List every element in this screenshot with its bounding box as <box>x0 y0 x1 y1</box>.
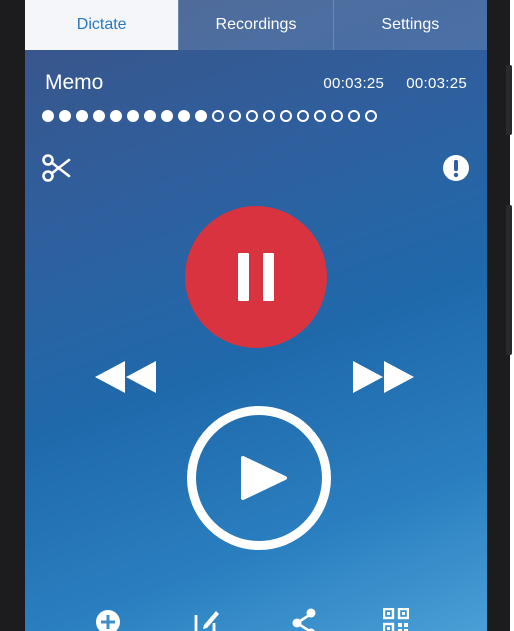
tab-bar: Dictate Recordings Settings <box>25 0 487 50</box>
progress-dot <box>59 110 71 122</box>
progress-dot <box>144 110 156 122</box>
fast-forward-icon[interactable] <box>353 361 415 393</box>
progress-dot <box>110 110 122 122</box>
pause-icon-left-bar <box>238 253 249 301</box>
time-position: 00:03:25 <box>323 74 385 92</box>
recording-title: Memo <box>45 71 104 94</box>
progress-dot <box>331 110 343 122</box>
tab-dictate[interactable]: Dictate <box>25 0 179 50</box>
time-readout: 00:03:25 00:03:25 <box>323 75 467 92</box>
progress-dot <box>42 110 54 122</box>
qr-code-icon[interactable] <box>382 607 410 631</box>
recording-header: Memo 00:03:25 00:03:25 <box>45 68 467 98</box>
share-icon[interactable] <box>291 607 317 631</box>
side-button-lower <box>506 205 512 355</box>
progress-dot <box>127 110 139 122</box>
pause-icon-right-bar <box>263 253 274 301</box>
time-length: 00:03:25 <box>406 74 467 92</box>
progress-dot <box>246 110 258 122</box>
tab-settings[interactable]: Settings <box>332 0 487 50</box>
progress-dot <box>297 110 309 122</box>
progress-dot <box>263 110 275 122</box>
play-button[interactable] <box>187 406 331 550</box>
progress-dot <box>365 110 377 122</box>
bottom-toolbar <box>25 604 487 631</box>
rewind-icon[interactable] <box>95 361 157 393</box>
play-icon <box>241 456 287 500</box>
progress-dot <box>76 110 88 122</box>
side-button-upper <box>506 65 512 135</box>
progress-dot <box>93 110 105 122</box>
progress-dot <box>178 110 190 122</box>
progress-dot <box>161 110 173 122</box>
tab-recordings[interactable]: Recordings <box>178 0 333 50</box>
exclamation-icon[interactable] <box>443 155 469 181</box>
progress-dot <box>348 110 360 122</box>
progress-dot <box>195 110 207 122</box>
app-screen: Dictate Recordings Settings Memo 00:03:2… <box>25 0 487 631</box>
scissors-icon[interactable] <box>41 153 71 183</box>
progress-dots <box>42 110 377 122</box>
progress-dot <box>212 110 224 122</box>
progress-dot <box>280 110 292 122</box>
progress-dot <box>229 110 241 122</box>
progress-dot <box>314 110 326 122</box>
pause-button[interactable] <box>185 206 327 348</box>
phone-frame: Dictate Recordings Settings Memo 00:03:2… <box>0 0 512 631</box>
edit-icon[interactable] <box>192 607 220 631</box>
plus-circle-icon[interactable] <box>95 609 121 631</box>
